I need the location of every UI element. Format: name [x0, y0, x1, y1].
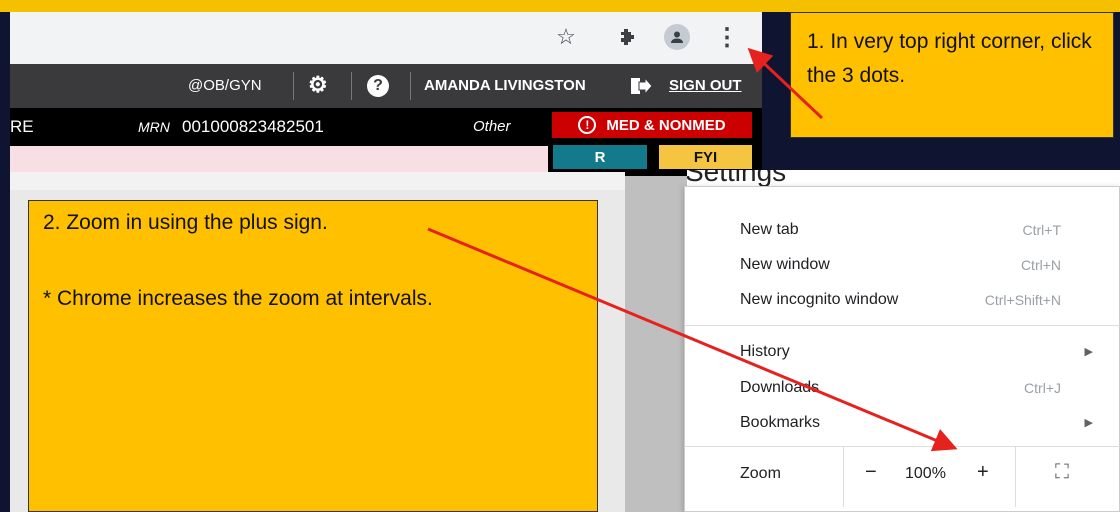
zoom-divider [1015, 447, 1016, 507]
menu-divider [685, 446, 1120, 447]
menu-item-bookmarks[interactable]: Bookmarks ▶ [685, 406, 1120, 440]
callout-step-2-text: 2. Zoom in using the plus sign. [43, 211, 328, 234]
department-label[interactable]: @OB/GYN [188, 77, 262, 94]
header-divider [293, 72, 294, 100]
slide-frame-top [0, 0, 1120, 12]
fyi-badge[interactable]: FYI [659, 145, 752, 169]
menu-item-new-window[interactable]: New window Ctrl+N [685, 248, 1120, 282]
header-divider [410, 72, 411, 100]
menu-divider [685, 325, 1120, 326]
zoom-level: 100% [905, 465, 946, 482]
user-name: AMANDA LIVINGSTON [424, 77, 586, 94]
patient-name: RE [10, 117, 34, 136]
menu-item-new-incognito-window[interactable]: New incognito window Ctrl+Shift+N [685, 283, 1120, 317]
chrome-main-menu: New tab Ctrl+T New window Ctrl+N New inc… [684, 186, 1120, 512]
menu-item-history[interactable]: History ▶ [685, 335, 1120, 369]
sign-out-icon[interactable] [630, 76, 653, 101]
sign-out-link[interactable]: SIGN OUT [669, 77, 742, 94]
alert-badge-label: MED & NONMED [606, 116, 726, 134]
callout-note-text: * Chrome increases the zoom at intervals… [43, 287, 433, 310]
fullscreen-icon[interactable]: ⛶ [1055, 461, 1069, 484]
alert-icon: ! [578, 116, 597, 134]
zoom-out-button[interactable]: − [865, 461, 877, 484]
settings-gear-icon[interactable]: ⚙ [308, 72, 328, 98]
help-icon[interactable]: ? [367, 75, 389, 97]
patient-info-strip [10, 146, 548, 172]
header-divider [351, 72, 352, 100]
gender-label: Other [473, 118, 511, 135]
ehr-header-bar: @OB/GYN ⚙ ? AMANDA LIVINGSTON SIGN OUT [10, 64, 762, 108]
browser-toolbar [10, 12, 762, 64]
profile-icon[interactable] [662, 22, 692, 52]
zoom-divider [843, 447, 844, 507]
submenu-arrow-icon: ▶ [1084, 417, 1093, 429]
zoom-label: Zoom [740, 465, 781, 482]
callout-step-2: 2. Zoom in using the plus sign. * Chrome… [28, 200, 598, 512]
callout-step-1-text: 1. In very top right corner, click the 3… [807, 30, 1092, 87]
page-gutter [625, 176, 687, 512]
menu-item-new-tab[interactable]: New tab Ctrl+T [685, 213, 1120, 247]
mrn-label: MRN [138, 119, 170, 135]
callout-step-1: 1. In very top right corner, click the 3… [790, 12, 1114, 138]
mrn-value: 001000823482501 [182, 117, 324, 136]
zoom-in-button[interactable]: + [977, 461, 989, 484]
puzzle-icon[interactable] [612, 22, 642, 52]
menu-item-downloads[interactable]: Downloads Ctrl+J [685, 371, 1120, 405]
r-badge[interactable]: R [553, 145, 647, 169]
submenu-arrow-icon: ▶ [1084, 346, 1093, 358]
page-toolbar-row [10, 172, 625, 190]
kebab-menu-icon[interactable]: ⋮ [712, 22, 742, 52]
star-icon[interactable]: ☆ [551, 22, 581, 52]
alert-badge[interactable]: ! MED & NONMED [552, 112, 752, 138]
